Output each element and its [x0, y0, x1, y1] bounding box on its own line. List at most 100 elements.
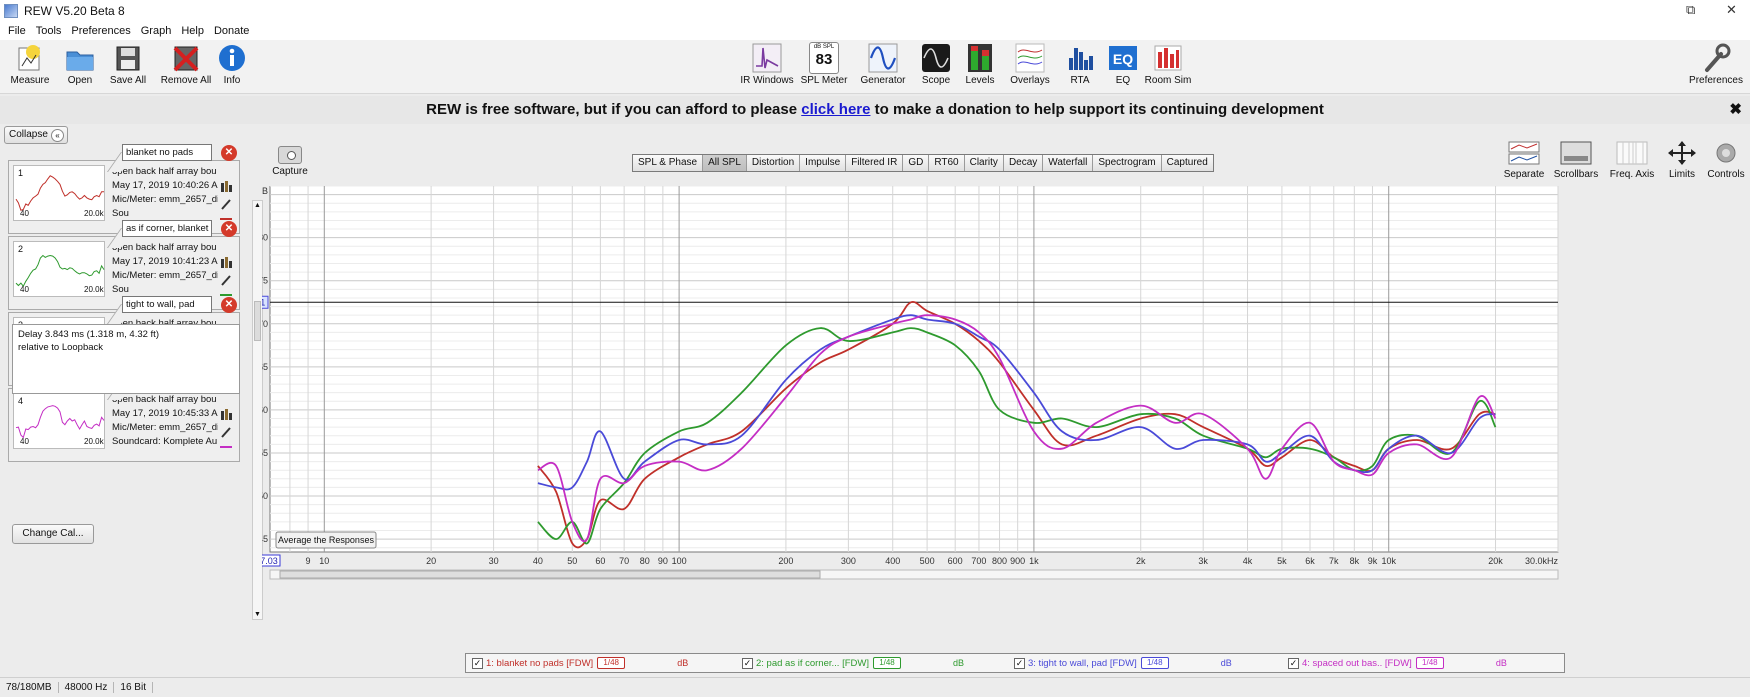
generator-icon [866, 42, 900, 74]
smoothing-badge[interactable]: 1/48 [1140, 657, 1169, 670]
menu-donate[interactable]: Donate [214, 25, 249, 37]
legend-item-4[interactable]: ✓ 4: spaced out bas.. [FDW] 1/48 dB [1288, 656, 1507, 672]
legend-checkbox[interactable]: ✓ [1288, 657, 1299, 669]
scope-icon [919, 42, 953, 74]
pen-icon[interactable] [219, 425, 233, 442]
spl-graph[interactable]: 45 50 55 60 65 70 75 80 dB 9 10 20 30 40 50 60 70 80 90 100… [262, 186, 1742, 656]
donate-link[interactable]: click here [801, 101, 870, 118]
tab-waterfall[interactable]: Waterfall [1043, 155, 1094, 171]
pen-icon[interactable] [219, 273, 233, 290]
x-tick-label: 3k [1198, 556, 1208, 566]
app-icon [4, 4, 18, 18]
trace-color-swatch[interactable] [219, 441, 233, 453]
capture-button[interactable]: Capture [270, 146, 310, 177]
tab-clarity[interactable]: Clarity [964, 155, 1004, 171]
menu-graph[interactable]: Graph [141, 25, 172, 37]
change-cal-button[interactable]: Change Cal... [12, 524, 94, 544]
menu-tools[interactable]: Tools [36, 25, 62, 37]
scroll-up-icon[interactable]: ▲ [254, 202, 261, 209]
cursor-value-label: 72.51 [262, 297, 265, 307]
legend-db: dB [1220, 658, 1232, 668]
measurement-card[interactable]: 4 40 20.0k open back half array bou May 17, … [8, 388, 240, 462]
graph-tabs: SPL & Phase All SPL Distortion Impulse F… [632, 154, 1214, 172]
info-button[interactable]: Info [204, 42, 260, 86]
collapse-label: Collapse [9, 129, 48, 140]
tab-spl-phase[interactable]: SPL & Phase [633, 155, 704, 171]
horizontal-scroll-thumb[interactable] [279, 570, 821, 579]
chart-color-icon[interactable] [219, 407, 233, 424]
tab-all-spl[interactable]: All SPL [703, 155, 747, 171]
menu-file[interactable]: File [8, 25, 26, 37]
measurement-name-field[interactable]: blanket no pads [122, 144, 212, 161]
legend-checkbox[interactable]: ✓ [742, 657, 753, 669]
menu-bar: File Tools Preferences Graph Help Donate [0, 22, 1750, 40]
smoothing-badge[interactable]: 1/48 [872, 657, 901, 670]
legend-checkbox[interactable]: ✓ [1014, 657, 1025, 669]
freq-axis-label: Freq. Axis [1609, 169, 1655, 180]
save-all-button[interactable]: Save All [100, 42, 156, 86]
x-tick-label: 9 [306, 556, 311, 566]
chart-color-icon[interactable] [219, 255, 233, 272]
tab-rt60[interactable]: RT60 [929, 155, 965, 171]
x-tick-label: 90 [658, 556, 668, 566]
tab-distortion[interactable]: Distortion [746, 155, 801, 171]
measurement-info: open back half array bou May 17, 2019 10:… [112, 241, 218, 297]
thumbnail-trace [15, 405, 105, 439]
measurement-name-field[interactable]: tight to wall, pad [122, 296, 212, 313]
preferences-button[interactable]: Preferences [1688, 42, 1744, 86]
smoothing-badge[interactable]: 1/48 [597, 657, 626, 670]
delete-measurement-icon[interactable]: ✕ [221, 221, 237, 237]
spl-graph-svg[interactable]: 45 50 55 60 65 70 75 80 dB 9 10 20 30 40 50 60 70 80 90 100… [262, 186, 1742, 656]
legend-item-3[interactable]: ✓ 3: tight to wall, pad [FDW] 1/48 dB [1014, 656, 1232, 672]
measurement-name-field[interactable]: as if corner, blanket [122, 220, 212, 237]
tab-filtered-ir[interactable]: Filtered IR [846, 155, 904, 171]
tab-decay[interactable]: Decay [1003, 155, 1044, 171]
generator-button[interactable]: Generator [855, 42, 911, 86]
measurement-notes[interactable]: Delay 3.843 ms (1.318 m, 4.32 ft) relati… [12, 324, 240, 394]
measurement-date: May 17, 2019 10:45:33 A [112, 408, 218, 419]
legend-item-1[interactable]: ✓ 1: blanket no pads [FDW] 1/48 dB [472, 656, 688, 672]
measure-label: Measure [10, 75, 50, 86]
smoothing-badge[interactable]: 1/48 [1415, 657, 1444, 670]
thumbnail-trace-line [15, 254, 105, 288]
delete-measurement-icon[interactable]: ✕ [221, 145, 237, 161]
overlays-button[interactable]: Overlays [1002, 42, 1058, 86]
restore-button[interactable]: ⧉ [1686, 2, 1695, 18]
overlays-icon [1013, 42, 1047, 74]
x-tick-label: 400 [885, 556, 900, 566]
x-tick-label: 70 [619, 556, 629, 566]
spl-meter-button[interactable]: dB SPL 83 SPL Meter [796, 42, 852, 86]
measurement-mic: Mic/Meter: emm_2657_dir [112, 194, 218, 205]
separate-button[interactable]: Separate [1496, 140, 1552, 180]
legend-item-2[interactable]: ✓ 2: pad as if corner... [FDW] 1/48 dB [742, 656, 964, 672]
ir-windows-icon [750, 42, 784, 74]
tab-gd[interactable]: GD [903, 155, 930, 171]
scroll-thumb[interactable] [254, 301, 261, 341]
thumbnail-trace-line [15, 175, 104, 211]
scroll-down-icon[interactable]: ▼ [254, 611, 261, 618]
collapse-button[interactable]: Collapse « [4, 126, 68, 144]
tab-captured[interactable]: Captured [1161, 155, 1213, 171]
tab-spectrogram[interactable]: Spectrogram [1093, 155, 1162, 171]
freq-axis-button[interactable]: Freq. Axis [1604, 140, 1660, 180]
measure-button[interactable]: Measure [2, 42, 58, 86]
overlays-label: Overlays [1010, 75, 1050, 86]
banner-close-icon[interactable]: ✖ [1729, 96, 1742, 124]
menu-preferences[interactable]: Preferences [71, 25, 130, 37]
controls-button[interactable]: Controls [1698, 140, 1750, 180]
capture-label: Capture [272, 166, 308, 177]
legend-checkbox[interactable]: ✓ [472, 657, 483, 669]
x-tick-label: 300 [841, 556, 856, 566]
pen-icon[interactable] [219, 197, 233, 214]
close-window-button[interactable]: ✕ [1726, 2, 1737, 18]
levels-button[interactable]: Levels [952, 42, 1008, 86]
tab-impulse[interactable]: Impulse [800, 155, 847, 171]
delete-measurement-icon[interactable]: ✕ [221, 297, 237, 313]
menu-help[interactable]: Help [181, 25, 204, 37]
scrollbars-button[interactable]: Scrollbars [1548, 140, 1604, 180]
chart-color-icon[interactable] [219, 179, 233, 196]
room-sim-button[interactable]: Room Sim [1140, 42, 1196, 86]
x-tick-label: 4k [1243, 556, 1253, 566]
x-tick-label: 20k [1488, 556, 1503, 566]
ir-windows-button[interactable]: IR Windows [739, 42, 795, 86]
